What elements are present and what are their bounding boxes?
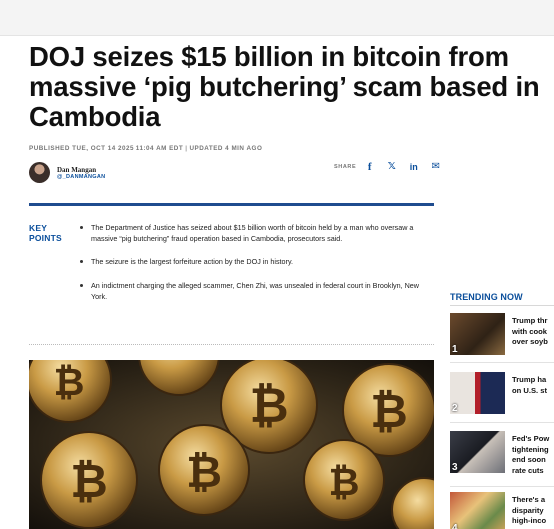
share-bar: SHARE f 𝕏 in ✉ [334, 161, 441, 173]
trending-item[interactable]: 3 Fed's Pow tightening end soon rate cut… [450, 431, 554, 475]
trending-headline[interactable]: Trump ha on U.S. st [512, 375, 554, 396]
section-divider [29, 203, 434, 206]
trending-rank: 4 [452, 523, 458, 529]
trending-item[interactable]: 1 Trump thr with cook over soyb [450, 313, 554, 357]
email-icon[interactable]: ✉ [430, 161, 441, 172]
trending-thumbnail[interactable]: 2 [450, 372, 505, 414]
author-handle[interactable]: @_DANMANGAN [57, 174, 105, 180]
svg-text:₿: ₿ [370, 385, 408, 437]
key-points-label: KEY POINTS [29, 223, 62, 243]
trending-rank: 1 [452, 344, 458, 355]
trending-item[interactable]: 2 Trump ha on U.S. st [450, 372, 554, 416]
bitcoin-coins-image: ₿ ₿ ₿ ₿ ₿ ₿ [29, 360, 434, 529]
linkedin-icon[interactable]: in [408, 161, 419, 172]
key-point: The Department of Justice has seized abo… [80, 222, 420, 244]
key-point: The seizure is the largest forfeiture ac… [80, 256, 420, 267]
published-date: PUBLISHED TUE, OCT 14 2025 11:04 AM EDT [29, 145, 184, 152]
article-hero-image[interactable]: ₿ ₿ ₿ ₿ ₿ ₿ [29, 360, 434, 529]
trending-rank: 3 [452, 462, 458, 473]
svg-text:₿: ₿ [329, 462, 360, 504]
author-name[interactable]: Dan Mangan [57, 166, 105, 174]
trending-separator [450, 362, 554, 363]
facebook-icon[interactable]: f [364, 161, 375, 173]
key-points-list: The Department of Justice has seized abo… [80, 222, 420, 314]
trending-thumbnail[interactable]: 1 [450, 313, 505, 355]
share-label: SHARE [334, 163, 357, 170]
x-twitter-icon[interactable]: 𝕏 [386, 161, 397, 172]
author-byline[interactable]: Dan Mangan @_DANMANGAN [29, 162, 105, 183]
svg-text:₿: ₿ [249, 380, 288, 433]
trending-thumbnail[interactable]: 4 [450, 492, 505, 529]
trending-separator [450, 422, 554, 423]
trending-headline[interactable]: There's a disparity high-inco [512, 495, 554, 527]
trending-headline[interactable]: Fed's Pow tightening end soon rate cuts [512, 434, 554, 476]
svg-text:₿: ₿ [54, 362, 85, 404]
trending-rank: 2 [452, 403, 458, 414]
author-avatar[interactable] [29, 162, 50, 183]
svg-text:₿: ₿ [186, 448, 222, 497]
article-headline: DOJ seizes $15 billion in bitcoin from m… [29, 41, 540, 132]
publish-meta: PUBLISHED TUE, OCT 14 2025 11:04 AM EDT |… [29, 145, 263, 152]
top-navigation-bar [0, 0, 554, 36]
trending-separator [450, 486, 554, 487]
trending-now-heading: TRENDING NOW [450, 292, 523, 302]
svg-text:₿: ₿ [70, 455, 108, 507]
key-point: An indictment charging the alleged scamm… [80, 280, 420, 302]
trending-thumbnail[interactable]: 3 [450, 431, 505, 473]
trending-item[interactable]: 4 There's a disparity high-inco [450, 492, 554, 529]
updated-time: UPDATED 4 MIN AGO [189, 145, 263, 152]
trending-divider [450, 305, 554, 306]
trending-headline[interactable]: Trump thr with cook over soyb [512, 316, 554, 348]
dotted-divider [29, 344, 434, 345]
